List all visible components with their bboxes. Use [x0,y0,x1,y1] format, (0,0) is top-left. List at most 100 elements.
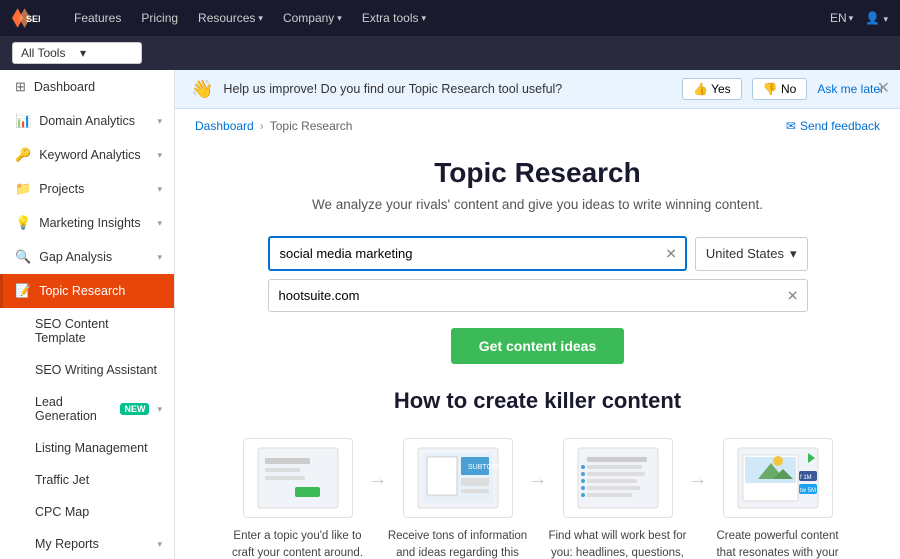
country-label: United States [706,246,784,261]
step-3-image [563,438,673,518]
sidebar: ⊞ Dashboard 📊 Domain Analytics ▾ 🔑 Keywo… [0,70,175,559]
keyword-analytics-icon: 🔑 [15,147,31,163]
country-selector[interactable]: United States ▾ [695,237,808,271]
nav-extra-tools[interactable]: Extra tools ▾ [354,7,434,29]
toolbar: All Tools ▾ [0,36,900,70]
domain-input-wrap: ✕ [268,279,808,312]
get-content-ideas-button[interactable]: Get content ideas [451,328,624,364]
sidebar-item-lead-generation[interactable]: Lead Generation NEW ▾ [0,386,174,432]
topic-input[interactable] [270,238,685,269]
sidebar-item-projects[interactable]: 📁 Projects ▾ [0,172,174,206]
breadcrumb-home-link[interactable]: Dashboard [195,119,254,133]
user-menu[interactable]: 👤 ▾ [865,11,888,25]
step-4-text: Create powerful content that resonates w… [708,528,848,559]
sidebar-item-my-reports[interactable]: My Reports ▾ [0,528,174,559]
yes-button[interactable]: 👍 Yes [682,78,742,100]
nav-right: EN ▾ 👤 ▾ [830,11,888,25]
chevron-down-icon: ▾ [80,46,131,60]
chevron-icon: ▾ [157,116,162,127]
ask-later-link[interactable]: Ask me later [817,82,884,96]
content-area: 👋 Help us improve! Do you find our Topic… [175,70,900,559]
send-feedback-button[interactable]: ✉ Send feedback [786,119,880,133]
domain-input[interactable] [269,280,807,311]
step-1-text: Enter a topic you'd like to craft your c… [228,528,368,559]
wave-icon: 👋 [191,79,213,100]
nav-pricing[interactable]: Pricing [133,7,186,29]
step-arrow-1: → [368,438,388,491]
chevron-down-icon: ▾ [883,14,888,24]
step-1: Enter a topic you'd like to craft your c… [228,438,368,559]
language-selector[interactable]: EN ▾ [830,11,853,25]
step-arrow-3: → [688,438,708,491]
page-title: Topic Research [215,157,860,189]
topic-research-icon: 📝 [15,283,31,299]
new-badge: NEW [120,403,149,415]
svg-text:SUBTOPIC: SUBTOPIC [468,464,503,471]
sidebar-item-cpc-map[interactable]: CPC Map [0,496,174,528]
chevron-icon: ▾ [157,184,162,195]
chevron-down-icon: ▾ [422,13,427,24]
dashboard-icon: ⊞ [15,79,26,95]
sidebar-item-gap-analysis[interactable]: 🔍 Gap Analysis ▾ [0,240,174,274]
sidebar-item-marketing-insights[interactable]: 💡 Marketing Insights ▾ [0,206,174,240]
logo[interactable]: SEMrush [12,8,46,28]
nav-features[interactable]: Features [66,7,129,29]
clear-topic-button[interactable]: ✕ [665,245,677,262]
step-arrow-2: → [528,438,548,491]
all-tools-dropdown[interactable]: All Tools ▾ [12,42,142,64]
sidebar-item-topic-research[interactable]: 📝 Topic Research [0,274,174,308]
chevron-icon: ▾ [157,150,162,161]
chevron-icon: ▾ [157,252,162,263]
topic-input-wrap: ✕ [268,236,687,271]
sidebar-item-listing-management[interactable]: Listing Management [0,432,174,464]
top-nav: SEMrush Features Pricing Resources ▾ Com… [0,0,900,36]
page-subtitle: We analyze your rivals' content and give… [215,197,860,212]
chevron-icon: ▾ [157,218,162,229]
main-content: Topic Research We analyze your rivals' c… [175,137,900,559]
step-2: SUBTOPIC Receive tons of information and… [388,438,528,559]
nav-links: Features Pricing Resources ▾ Company ▾ E… [66,7,830,29]
nav-company[interactable]: Company ▾ [275,7,350,29]
search-form: ✕ United States ▾ ✕ Get content ideas [268,236,808,364]
chevron-down-icon: ▾ [849,13,854,24]
breadcrumb-separator: › [260,119,264,133]
steps-row: Enter a topic you'd like to craft your c… [215,438,860,559]
close-banner-button[interactable]: ✕ [877,78,890,98]
svg-text:SEMrush: SEMrush [26,14,40,24]
step-4-image: f 1M tw 5M [723,438,833,518]
step-2-text: Receive tons of information and ideas re… [388,528,528,559]
step-3-text: Find what will work best for you: headli… [548,528,688,559]
main-layout: ⊞ Dashboard 📊 Domain Analytics ▾ 🔑 Keywo… [0,70,900,559]
marketing-insights-icon: 💡 [15,215,31,231]
projects-icon: 📁 [15,181,31,197]
sidebar-item-domain-analytics[interactable]: 📊 Domain Analytics ▾ [0,104,174,138]
step-3: Find what will work best for you: headli… [548,438,688,559]
gap-analysis-icon: 🔍 [15,249,31,265]
how-to-title: How to create killer content [215,388,860,414]
domain-analytics-icon: 📊 [15,113,31,129]
clear-domain-button[interactable]: ✕ [787,287,799,304]
feedback-text: Help us improve! Do you find our Topic R… [223,82,672,96]
sidebar-item-traffic-jet[interactable]: Traffic Jet [0,464,174,496]
sidebar-item-keyword-analytics[interactable]: 🔑 Keyword Analytics ▾ [0,138,174,172]
sidebar-item-seo-content-template[interactable]: SEO Content Template [0,308,174,354]
step-4: f 1M tw 5M Create powerful content that … [708,438,848,559]
feedback-banner: 👋 Help us improve! Do you find our Topic… [175,70,900,109]
sidebar-item-seo-writing-assistant[interactable]: SEO Writing Assistant [0,354,174,386]
chevron-icon: ▾ [157,539,162,550]
chevron-icon: ▾ [157,404,162,415]
nav-resources[interactable]: Resources ▾ [190,7,271,29]
breadcrumb-current: Topic Research [270,119,353,133]
chevron-down-icon: ▾ [337,13,342,24]
chevron-down-icon: ▾ [790,246,797,262]
svg-text:f 1M: f 1M [800,475,812,481]
no-button[interactable]: 👎 No [752,78,808,100]
search-row: ✕ United States ▾ [268,236,808,271]
svg-text:tw 5M: tw 5M [800,488,816,494]
breadcrumb: Dashboard › Topic Research ✉ Send feedba… [175,109,900,137]
envelope-icon: ✉ [786,119,796,133]
sidebar-item-dashboard[interactable]: ⊞ Dashboard [0,70,174,104]
step-1-image [243,438,353,518]
chevron-down-icon: ▾ [258,13,263,24]
step-2-image: SUBTOPIC [403,438,513,518]
